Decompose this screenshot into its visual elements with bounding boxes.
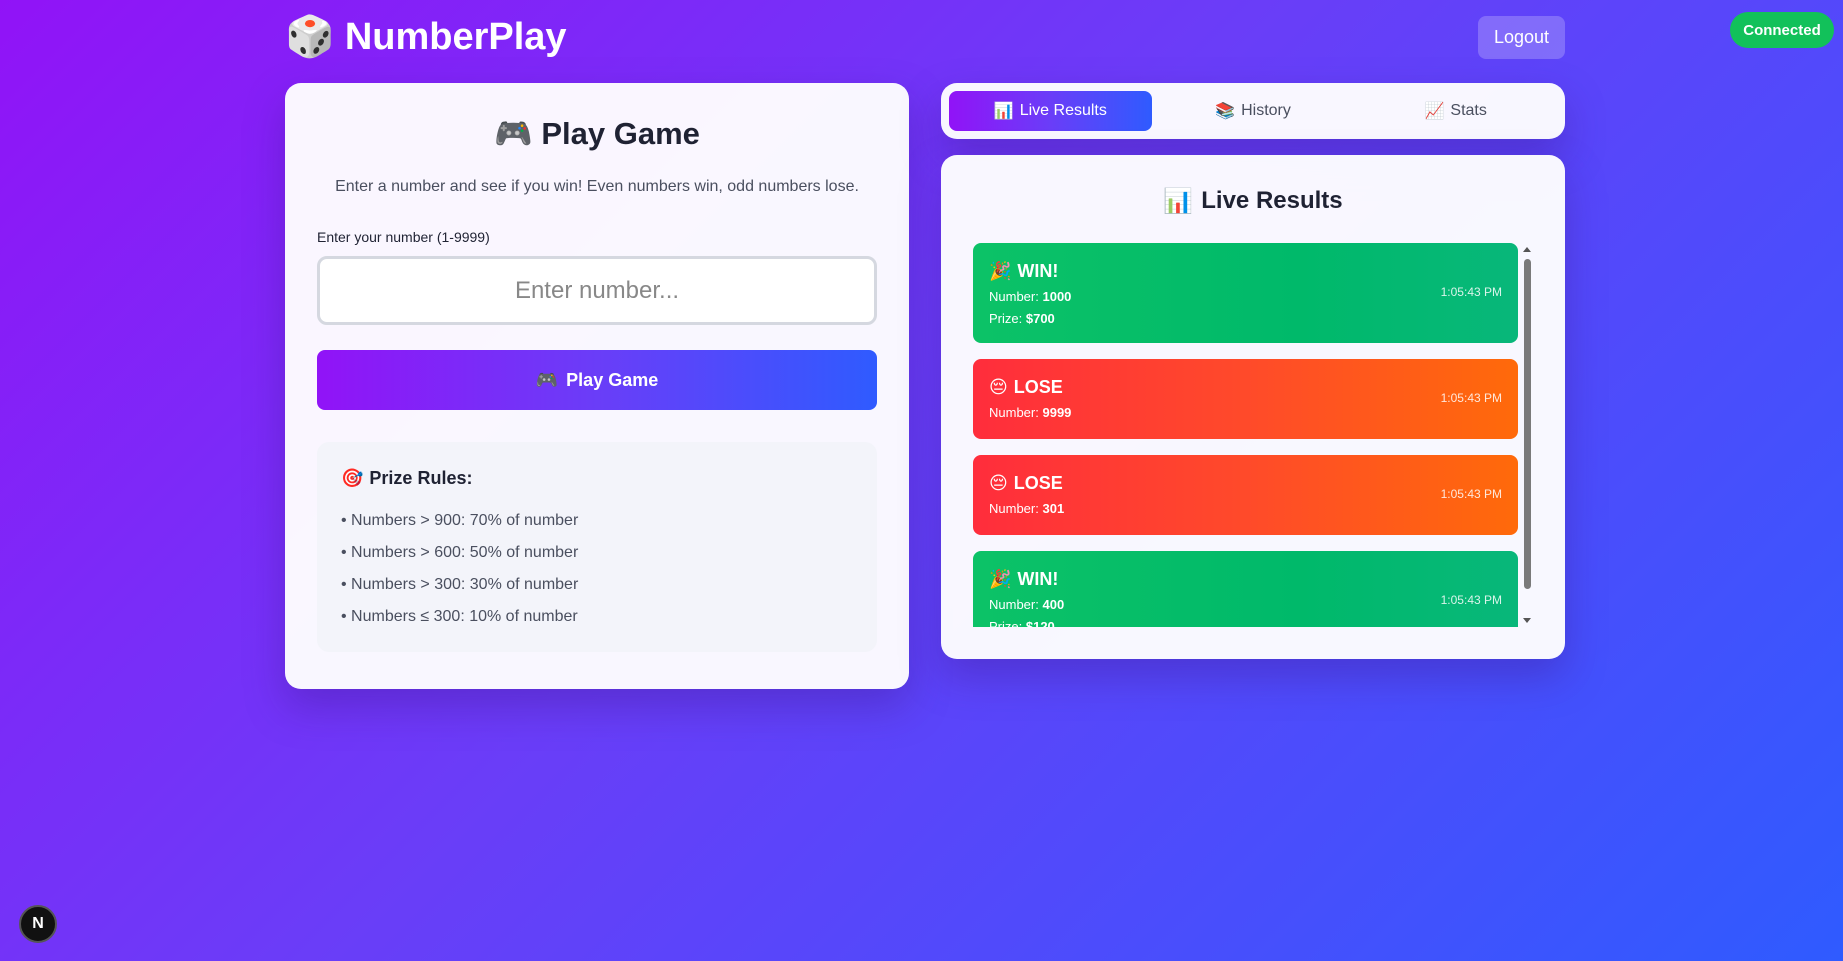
number-label: Number: bbox=[989, 501, 1039, 516]
target-icon: 🎯 bbox=[341, 468, 364, 488]
number-label: Number: bbox=[989, 289, 1039, 304]
app-header: 🎲 NumberPlay Logout bbox=[285, 8, 1565, 66]
result-time: 1:05:43 PM bbox=[1440, 593, 1502, 607]
play-game-description: Enter a number and see if you win! Even … bbox=[335, 178, 859, 195]
result-status: WIN! bbox=[1017, 261, 1059, 281]
result-time: 1:05:43 PM bbox=[1440, 391, 1502, 405]
result-number: 1000 bbox=[1042, 289, 1072, 304]
dev-tools-badge[interactable]: N bbox=[19, 905, 57, 943]
result-prize-line: Prize: $120 bbox=[989, 619, 1502, 627]
prize-rule-item: • Numbers > 300: 30% of number bbox=[341, 576, 579, 593]
play-game-card: 🎮 Play Game Enter a number and see if yo… bbox=[285, 83, 909, 689]
logout-button[interactable]: Logout bbox=[1477, 15, 1565, 59]
live-results-card: 📊 Live Results 🎉 WIN! Number: 1000 Prize… bbox=[941, 155, 1565, 659]
result-prize: $700 bbox=[1025, 311, 1055, 326]
prize-rules-title-text: Prize Rules: bbox=[369, 468, 473, 488]
tab-label: Stats bbox=[1450, 102, 1487, 119]
number-input[interactable] bbox=[317, 256, 877, 325]
result-number-line: Number: 301 bbox=[989, 501, 1502, 516]
tab-live-results[interactable]: 📊 Live Results bbox=[949, 91, 1152, 131]
play-game-button[interactable]: 🎮 Play Game bbox=[317, 350, 877, 410]
prize-rule-item: • Numbers > 600: 50% of number bbox=[341, 544, 579, 561]
play-game-title: 🎮 Play Game bbox=[285, 115, 909, 152]
tab-stats[interactable]: 📈 Stats bbox=[1354, 91, 1557, 131]
result-status: LOSE bbox=[1013, 377, 1063, 397]
result-number: 9999 bbox=[1042, 405, 1072, 420]
tab-label: History bbox=[1241, 102, 1291, 119]
prize-label: Prize: bbox=[989, 619, 1023, 627]
number-label: Number: bbox=[989, 597, 1039, 612]
result-heading: 😔 LOSE bbox=[989, 377, 1502, 398]
gamepad-icon: 🎮 bbox=[494, 116, 533, 151]
play-game-title-text: Play Game bbox=[541, 116, 700, 151]
result-number-line: Number: 9999 bbox=[989, 405, 1502, 420]
sad-face-icon: 😔 bbox=[989, 377, 1008, 397]
result-number: 400 bbox=[1042, 597, 1065, 612]
bar-chart-icon: 📊 bbox=[993, 103, 1014, 120]
result-status: WIN! bbox=[1017, 569, 1059, 589]
result-item: 🎉 WIN! Number: 400 Prize: $120 1:05:43 P… bbox=[973, 551, 1518, 627]
party-popper-icon: 🎉 bbox=[989, 569, 1012, 589]
scroll-down-arrow-icon[interactable] bbox=[1523, 618, 1531, 623]
result-number-line: Number: 1000 bbox=[989, 289, 1502, 304]
books-icon: 📚 bbox=[1215, 103, 1236, 120]
brand-title: NumberPlay bbox=[344, 15, 567, 58]
result-heading: 🎉 WIN! bbox=[989, 261, 1502, 282]
result-prize: $120 bbox=[1025, 619, 1055, 627]
result-item: 😔 LOSE Number: 9999 1:05:43 PM bbox=[973, 359, 1518, 439]
dice-icon: 🎲 bbox=[285, 15, 335, 59]
result-number: 301 bbox=[1042, 501, 1065, 516]
result-time: 1:05:43 PM bbox=[1440, 487, 1502, 501]
sad-face-icon: 😔 bbox=[989, 473, 1008, 493]
prize-label: Prize: bbox=[989, 311, 1023, 326]
scroll-thumb[interactable] bbox=[1524, 259, 1531, 589]
number-label: Number: bbox=[989, 405, 1039, 420]
play-game-button-label: Play Game bbox=[566, 369, 659, 390]
results-scrollbar[interactable] bbox=[1521, 243, 1533, 627]
result-time: 1:05:43 PM bbox=[1440, 285, 1502, 299]
prize-rules-title: 🎯 Prize Rules: bbox=[341, 468, 853, 489]
scroll-up-arrow-icon[interactable] bbox=[1523, 247, 1531, 252]
bar-chart-icon: 📊 bbox=[1163, 188, 1194, 215]
result-item: 😔 LOSE Number: 301 1:05:43 PM bbox=[973, 455, 1518, 535]
live-results-title-text: Live Results bbox=[1201, 187, 1343, 214]
prize-rule-item: • Numbers ≤ 300: 10% of number bbox=[341, 608, 578, 625]
prize-rules-list: • Numbers > 900: 70% of number • Numbers… bbox=[341, 505, 853, 633]
result-status: LOSE bbox=[1013, 473, 1063, 493]
tab-label: Live Results bbox=[1019, 102, 1107, 119]
trend-chart-icon: 📈 bbox=[1424, 103, 1445, 120]
party-popper-icon: 🎉 bbox=[989, 261, 1012, 281]
brand: 🎲 NumberPlay bbox=[285, 16, 567, 59]
result-heading: 🎉 WIN! bbox=[989, 569, 1502, 590]
result-heading: 😔 LOSE bbox=[989, 473, 1502, 494]
live-results-title: 📊 Live Results bbox=[941, 187, 1565, 216]
results-list[interactable]: 🎉 WIN! Number: 1000 Prize: $700 1:05:43 … bbox=[973, 243, 1533, 627]
connection-status-badge: Connected bbox=[1730, 12, 1834, 48]
prize-rule-item: • Numbers > 900: 70% of number bbox=[341, 512, 579, 529]
tab-history[interactable]: 📚 History bbox=[1152, 91, 1355, 131]
result-item: 🎉 WIN! Number: 1000 Prize: $700 1:05:43 … bbox=[973, 243, 1518, 343]
results-tabs: 📊 Live Results 📚 History 📈 Stats bbox=[941, 83, 1565, 139]
prize-rules-box: 🎯 Prize Rules: • Numbers > 900: 70% of n… bbox=[317, 442, 877, 652]
result-number-line: Number: 400 bbox=[989, 597, 1502, 612]
gamepad-icon: 🎮 bbox=[535, 369, 559, 390]
number-input-label: Enter your number (1-9999) bbox=[317, 229, 490, 245]
result-prize-line: Prize: $700 bbox=[989, 311, 1502, 326]
